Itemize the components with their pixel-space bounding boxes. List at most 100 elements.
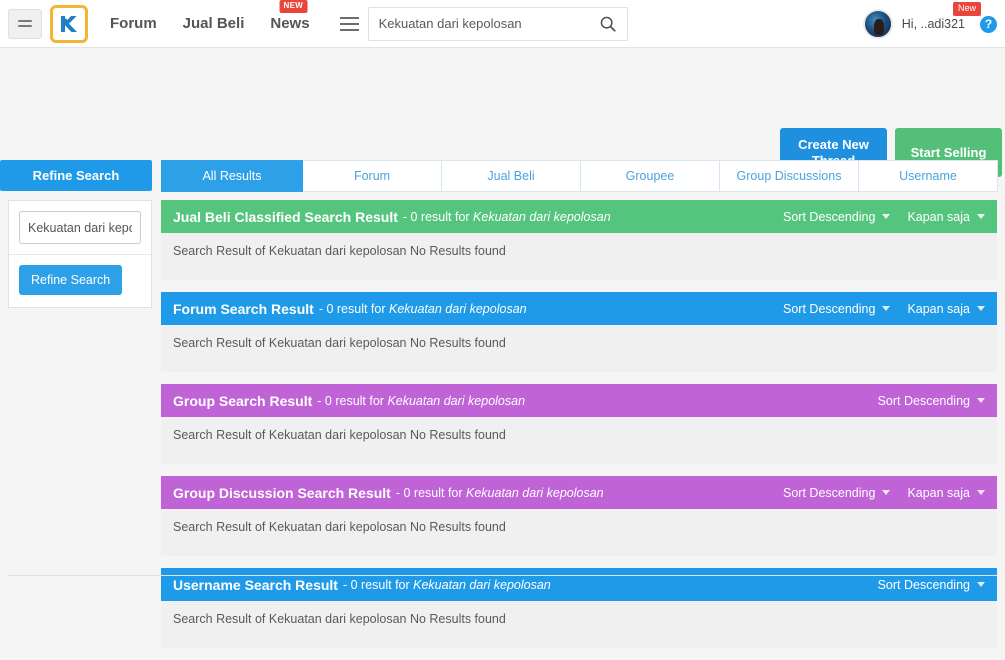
tab-label: All Results [202, 169, 262, 183]
sort-dropdown-forum[interactable]: Sort Descending [783, 301, 891, 316]
chevron-down-icon [882, 214, 891, 219]
result-body-group: Search Result of Kekuatan dari kepolosan… [161, 417, 997, 464]
nav-label: Jual Beli [182, 14, 245, 32]
result-header-controls: Sort Descending Kapan saja [783, 486, 985, 500]
refine-search-button[interactable]: Refine Search [19, 265, 123, 295]
user-area: New Hi, ..adi321 ? [862, 0, 997, 48]
kaskus-logo[interactable] [50, 4, 88, 43]
time-filter-label: Kapan saja [907, 301, 970, 316]
refine-search-input[interactable] [19, 211, 141, 244]
user-new-badge: New [952, 2, 981, 16]
search-box[interactable] [367, 6, 628, 41]
logo-k-icon [61, 15, 77, 32]
result-title: Jual Beli Classified Search Result [173, 208, 398, 225]
avatar[interactable] [862, 9, 893, 39]
result-query-text: Kekuatan dari kepolosan [389, 301, 527, 316]
result-header-jual-beli-classified: Jual Beli Classified Search Result - 0 re… [161, 200, 997, 233]
time-filter-label: Kapan saja [907, 485, 970, 500]
sort-dropdown-label: Sort Descending [783, 209, 876, 224]
user-greeting-label: Hi, ..adi321 [901, 17, 965, 31]
refine-input-row [9, 201, 151, 255]
result-count-text: - 0 result for [402, 209, 474, 224]
result-header-controls: Sort Descending [878, 578, 985, 592]
chevron-down-icon [977, 490, 985, 495]
nav-item-forum[interactable]: Forum [110, 0, 157, 48]
result-count-text: - 0 result for [395, 485, 467, 500]
result-meta: - 0 result for Kekuatan dari kepolosan [396, 486, 604, 500]
hamburger-bar [340, 16, 360, 19]
result-title: Username Search Result [173, 576, 338, 593]
sort-dropdown-label: Sort Descending [783, 301, 876, 316]
result-header-controls: Sort Descending Kapan saja [783, 302, 985, 316]
search-input[interactable] [378, 16, 599, 31]
result-title: Group Discussion Search Result [173, 484, 391, 501]
search-icon[interactable] [599, 15, 617, 33]
chevron-down-icon [882, 306, 891, 311]
tab-label: Jual Beli [487, 169, 535, 183]
help-question-icon[interactable]: ? [980, 15, 997, 33]
tab-label: Group Discussions [736, 169, 842, 183]
chevron-down-icon [977, 306, 985, 311]
result-header-group-discussion: Group Discussion Search Result - 0 result… [161, 476, 997, 509]
hamburger-bar [340, 28, 360, 31]
sort-dropdown-group-discussion[interactable]: Sort Descending [783, 485, 891, 500]
result-meta: - 0 result for Kekuatan dari kepolosan [317, 394, 525, 408]
time-filter-dropdown-group-discussion[interactable]: Kapan saja [907, 486, 985, 500]
tab-forum[interactable]: Forum [303, 160, 442, 192]
site-header: Forum Jual Beli NEW News New Hi, ..adi32… [0, 0, 1005, 48]
tab-jual-beli[interactable]: Jual Beli [442, 160, 581, 192]
tab-username[interactable]: Username [859, 160, 998, 192]
result-title: Forum Search Result [173, 300, 314, 317]
tab-group-discussions[interactable]: Group Discussions [720, 160, 859, 192]
refine-button-row: Refine Search [9, 255, 151, 307]
hamburger-bar [340, 22, 360, 25]
result-count-text: - 0 result for [318, 301, 389, 316]
time-filter-dropdown-jual-beli-classified[interactable]: Kapan saja [907, 210, 985, 224]
hamburger-bar [18, 20, 32, 22]
new-badge: NEW [279, 0, 308, 13]
nav-item-jual-beli[interactable]: Jual Beli [183, 0, 245, 48]
result-query-text: Kekuatan dari kepolosan [413, 577, 551, 592]
time-filter-label: Kapan saja [907, 209, 970, 224]
chevron-down-icon [882, 490, 891, 495]
nav-label: News [270, 14, 310, 32]
time-filter-dropdown-forum[interactable]: Kapan saja [907, 302, 985, 316]
tab-label: Groupee [625, 169, 675, 183]
tab-label: Username [899, 169, 957, 183]
tab-all-results[interactable]: All Results [161, 160, 303, 192]
sort-dropdown-label: Sort Descending [877, 577, 970, 592]
hamburger-bar [18, 25, 32, 27]
result-block-group: Group Search Result - 0 result for Kekuat… [161, 384, 997, 464]
result-header-controls: Sort Descending Kapan saja [783, 210, 985, 224]
tab-groupee[interactable]: Groupee [581, 160, 720, 192]
refine-search-tab[interactable]: Refine Search [0, 160, 152, 191]
sort-dropdown-label: Sort Descending [877, 393, 970, 408]
result-header-username: Username Search Result - 0 result for Kek… [161, 568, 997, 601]
result-header-group: Group Search Result - 0 result for Kekuat… [161, 384, 997, 417]
result-body-group-discussion: Search Result of Kekuatan dari kepolosan… [161, 509, 997, 556]
result-body-jual-beli-classified: Search Result of Kekuatan dari kepolosan… [161, 233, 997, 280]
result-title: Group Search Result [173, 392, 313, 409]
sort-dropdown-username[interactable]: Sort Descending [878, 578, 985, 592]
result-meta: - 0 result for Kekuatan dari kepolosan [343, 578, 551, 592]
search-category-hamburger-icon[interactable] [332, 7, 368, 41]
tabs-row: Refine Search All Results Forum Jual Beli G… [0, 160, 1005, 192]
result-query-text: Kekuatan dari kepolosan [473, 209, 611, 224]
result-query-text: Kekuatan dari kepolosan [466, 485, 604, 500]
result-header-controls: Sort Descending [878, 394, 985, 408]
result-block-username: Username Search Result - 0 result for Kek… [161, 568, 997, 648]
sort-dropdown-jual-beli-classified[interactable]: Sort Descending [783, 209, 891, 224]
sort-dropdown-label: Sort Descending [783, 485, 876, 500]
sort-dropdown-group[interactable]: Sort Descending [878, 394, 985, 408]
user-greeting[interactable]: New Hi, ..adi321 [901, 2, 981, 31]
help-glyph: ? [984, 17, 993, 31]
result-tabs: All Results Forum Jual Beli Groupee Group Di… [161, 160, 998, 192]
search-results-list: Jual Beli Classified Search Result - 0 re… [161, 200, 997, 660]
chevron-down-icon [977, 398, 985, 403]
footer-divider [8, 575, 997, 576]
result-block-group-discussion: Group Discussion Search Result - 0 result… [161, 476, 997, 556]
nav-item-news[interactable]: NEW News [270, 0, 310, 48]
tab-label: Forum [353, 169, 391, 183]
main-menu-hamburger-icon[interactable] [8, 8, 42, 39]
chevron-down-icon [977, 214, 985, 219]
